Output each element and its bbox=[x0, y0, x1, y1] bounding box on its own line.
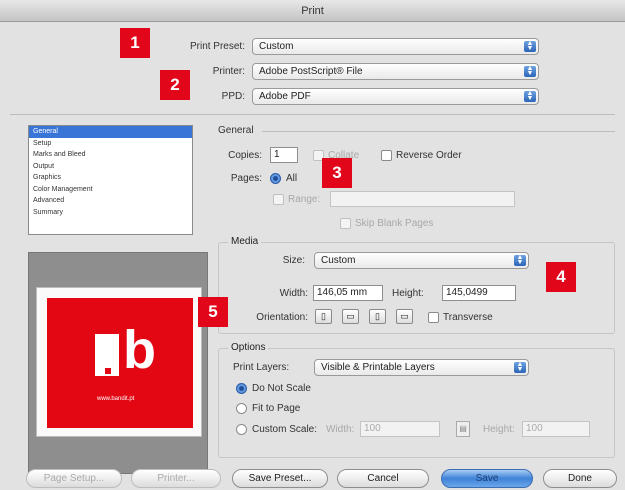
range-checkbox[interactable] bbox=[273, 194, 284, 205]
print-dialog: Print Preset: Custom ▲ ▼ Printer: Adobe P… bbox=[0, 22, 625, 490]
callout-badge-4: 4 bbox=[546, 262, 576, 292]
popup-arrows-icon: ▲ ▼ bbox=[524, 40, 536, 52]
copies-input[interactable]: 1 bbox=[270, 147, 298, 163]
page-setup-button[interactable]: Page Setup... bbox=[26, 469, 122, 488]
ppd-popup[interactable]: Adobe PDF ▲ ▼ bbox=[252, 88, 539, 105]
print-preset-popup[interactable]: Custom ▲ ▼ bbox=[252, 38, 539, 55]
preview-artwork: b www.bandit.pt bbox=[47, 298, 193, 428]
transverse-label: Transverse bbox=[443, 312, 493, 323]
save-button[interactable]: Save bbox=[441, 469, 533, 488]
pages-all-label: All bbox=[286, 173, 298, 184]
media-height-input[interactable]: 145,0499 bbox=[442, 285, 516, 301]
category-item-general[interactable]: General bbox=[29, 126, 192, 138]
scale-height-input[interactable]: 100 bbox=[522, 421, 590, 437]
skip-blank-pages-label: Skip Blank Pages bbox=[355, 218, 434, 229]
pages-all-radio[interactable] bbox=[270, 173, 281, 184]
general-section-title: General bbox=[218, 125, 254, 136]
fit-to-page-label: Fit to Page bbox=[252, 403, 301, 414]
callout-badge-2: 2 bbox=[160, 70, 190, 100]
print-preset-value: Custom bbox=[259, 41, 294, 52]
custom-scale-label: Custom Scale: bbox=[252, 424, 318, 435]
divider bbox=[262, 131, 615, 132]
scale-link-icon[interactable]: ▤ bbox=[456, 421, 470, 437]
category-list[interactable]: General Setup Marks and Bleed Output Gra… bbox=[28, 125, 193, 235]
media-group-title: Media bbox=[228, 236, 262, 247]
reverse-order-label: Reverse Order bbox=[396, 150, 462, 161]
callout-badge-3: 3 bbox=[322, 158, 352, 188]
category-item-summary[interactable]: Summary bbox=[29, 207, 192, 219]
callout-badge-1: 1 bbox=[120, 28, 150, 58]
cancel-button[interactable]: Cancel bbox=[337, 469, 429, 488]
done-button[interactable]: Done bbox=[543, 469, 617, 488]
do-not-scale-label: Do Not Scale bbox=[252, 383, 311, 394]
popup-arrows-icon: ▲ ▼ bbox=[524, 65, 536, 77]
category-item-output[interactable]: Output bbox=[29, 161, 192, 173]
preview-paper: b www.bandit.pt bbox=[36, 287, 202, 437]
ppd-value: Adobe PDF bbox=[259, 91, 311, 102]
divider bbox=[10, 114, 615, 115]
landscape-orientation-icon[interactable]: ▭ bbox=[342, 309, 359, 324]
scale-height-label: Height: bbox=[483, 424, 515, 435]
window-title: Print bbox=[0, 0, 625, 22]
printer-value: Adobe PostScript® File bbox=[259, 66, 363, 77]
skip-blank-pages-checkbox[interactable] bbox=[340, 218, 351, 229]
do-not-scale-radio[interactable] bbox=[236, 383, 247, 394]
media-width-input[interactable]: 146,05 mm bbox=[313, 285, 383, 301]
portrait-orientation-icon[interactable]: ▯ bbox=[315, 309, 332, 324]
custom-scale-radio[interactable] bbox=[236, 424, 247, 435]
category-item-marks-and-bleed[interactable]: Marks and Bleed bbox=[29, 149, 192, 161]
scale-width-label: Width: bbox=[326, 424, 355, 435]
scale-width-input[interactable]: 100 bbox=[360, 421, 440, 437]
range-input[interactable] bbox=[330, 191, 515, 207]
category-item-color-management[interactable]: Color Management bbox=[29, 184, 192, 196]
page-preview: b www.bandit.pt bbox=[28, 252, 208, 474]
category-item-graphics[interactable]: Graphics bbox=[29, 172, 192, 184]
reverse-portrait-orientation-icon[interactable]: ▯ bbox=[369, 309, 386, 324]
popup-arrows-icon: ▲ ▼ bbox=[514, 254, 526, 266]
media-size-label: Size: bbox=[282, 255, 305, 266]
media-height-label: Height: bbox=[392, 288, 424, 299]
logo-exclamation-gap bbox=[105, 368, 111, 374]
media-size-value: Custom bbox=[321, 255, 356, 266]
logo-url: www.bandit.pt bbox=[97, 396, 135, 402]
category-item-setup[interactable]: Setup bbox=[29, 138, 192, 150]
logo-letter: b bbox=[123, 320, 156, 380]
fit-to-page-radio[interactable] bbox=[236, 403, 247, 414]
transverse-checkbox[interactable] bbox=[428, 312, 439, 323]
print-layers-popup[interactable]: Visible & Printable Layers ▲ ▼ bbox=[314, 359, 529, 376]
options-group-title: Options bbox=[228, 342, 269, 353]
reverse-order-checkbox[interactable] bbox=[381, 150, 392, 161]
reverse-landscape-orientation-icon[interactable]: ▭ bbox=[396, 309, 413, 324]
popup-arrows-icon: ▲ ▼ bbox=[514, 361, 526, 373]
printer-button[interactable]: Printer... bbox=[131, 469, 221, 488]
callout-badge-5: 5 bbox=[198, 297, 228, 327]
print-preset-label: Print Preset: bbox=[189, 41, 245, 52]
media-width-label: Width: bbox=[279, 288, 308, 299]
print-layers-label: Print Layers: bbox=[233, 362, 290, 373]
category-item-advanced[interactable]: Advanced bbox=[29, 195, 192, 207]
save-preset-button[interactable]: Save Preset... bbox=[232, 469, 328, 488]
orientation-label: Orientation: bbox=[256, 312, 308, 323]
range-label: Range: bbox=[288, 194, 321, 205]
printer-popup[interactable]: Adobe PostScript® File ▲ ▼ bbox=[252, 63, 539, 80]
pages-label: Pages: bbox=[230, 173, 262, 184]
copies-label: Copies: bbox=[228, 150, 262, 161]
popup-arrows-icon: ▲ ▼ bbox=[524, 90, 536, 102]
print-layers-value: Visible & Printable Layers bbox=[321, 362, 435, 373]
media-size-popup[interactable]: Custom ▲ ▼ bbox=[314, 252, 529, 269]
